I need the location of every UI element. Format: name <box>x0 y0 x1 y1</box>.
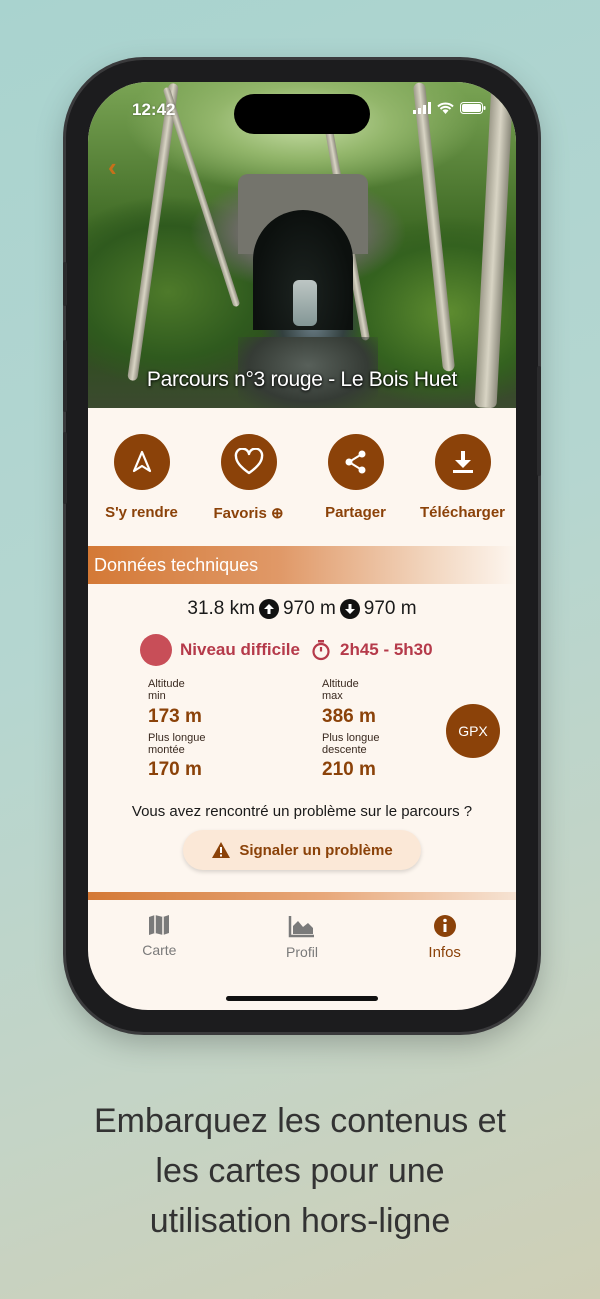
report-problem-label: Signaler un problème <box>239 841 393 859</box>
trail-title: Parcours n°3 rouge - Le Bois Huet <box>146 368 458 391</box>
longest-climb-label: Plus longue montée <box>148 732 206 756</box>
difficulty-duration-row: Niveau difficile 2h45 - 5h30 <box>140 634 433 666</box>
status-icons <box>413 102 486 114</box>
phone-power-button <box>537 366 541 476</box>
caption-line: Embarquez les contenus et <box>93 1102 507 1140</box>
trail-hero-image: 12:42 ‹ Parcours n°3 rouge - Le Bois Hue… <box>88 82 516 409</box>
back-chevron-icon[interactable]: ‹ <box>108 152 117 183</box>
tab-map[interactable]: Carte <box>88 900 231 1010</box>
caption-line: les cartes pour une <box>155 1152 445 1190</box>
tab-info-label: Infos <box>428 944 461 961</box>
section-title: Données techniques <box>94 554 259 575</box>
longest-descent-value: 210 m <box>322 759 376 780</box>
signal-icon <box>413 102 431 114</box>
altitude-max-label: Altitude max <box>322 678 359 702</box>
download-label: Télécharger <box>419 504 506 521</box>
tree-trunk <box>474 82 514 409</box>
map-icon <box>149 915 170 935</box>
waterfall <box>293 280 317 326</box>
chart-area-icon <box>288 916 314 938</box>
gpx-button[interactable]: GPX <box>446 704 500 758</box>
ascent-value: 970 m <box>282 598 336 619</box>
action-circle <box>113 434 170 490</box>
download-button[interactable]: Télécharger <box>409 434 516 522</box>
navigation-arrow-icon <box>132 450 151 473</box>
altitude-min-value: 173 m <box>148 706 202 727</box>
tab-map-label: Carte <box>142 942 177 958</box>
status-time: 12:42 <box>132 100 176 119</box>
share-icon <box>345 450 365 474</box>
report-problem-button[interactable]: Signaler un problème <box>183 830 421 870</box>
directions-button[interactable]: S'y rendre <box>88 434 195 522</box>
phone-volume-down <box>63 432 67 504</box>
warning-icon <box>212 842 231 858</box>
tree-trunk <box>127 82 179 382</box>
action-bar: S'y rendre Favoris ⊕ Partager Télécharge… <box>88 434 516 522</box>
difficulty-level: Niveau difficile <box>180 640 300 659</box>
tab-profile[interactable]: Profil <box>231 900 374 1010</box>
battery-icon <box>460 102 486 114</box>
distance-value: 31.8 km <box>187 598 255 619</box>
tab-profile-label: Profil <box>286 944 318 960</box>
action-circle <box>327 434 384 490</box>
tree-trunk <box>412 82 456 372</box>
tab-bar: Carte Profil Infos <box>88 900 516 1010</box>
tab-info[interactable]: Infos <box>373 900 516 1010</box>
phone-volume-up <box>63 340 67 412</box>
descent-arrow-icon <box>339 599 360 619</box>
duration-range: 2h45 - 5h30 <box>339 640 433 659</box>
share-button[interactable]: Partager <box>302 434 409 522</box>
longest-climb-value: 170 m <box>148 759 202 780</box>
dynamic-island <box>234 94 370 134</box>
technical-data-header: Données techniques <box>88 546 516 584</box>
difficulty-dot <box>140 634 172 666</box>
caption-line: utilisation hors-ligne <box>149 1202 451 1240</box>
favorites-button[interactable]: Favoris ⊕ <box>195 434 302 522</box>
info-icon <box>433 915 456 937</box>
descent-value: 970 m <box>363 598 417 619</box>
home-indicator[interactable] <box>226 996 378 1001</box>
phone-silent-switch <box>63 262 67 306</box>
promo-caption: Embarquez les contenus et les cartes pou… <box>0 1096 600 1246</box>
stopwatch-icon <box>312 640 330 661</box>
action-circle <box>220 434 277 490</box>
section-divider <box>88 892 516 900</box>
heart-icon <box>234 448 263 475</box>
longest-descent-label: Plus longue descente <box>322 732 380 756</box>
app-screen: 12:42 ‹ Parcours n°3 rouge - Le Bois Hue… <box>88 82 516 1010</box>
altitude-min-label: Altitude min <box>148 678 185 702</box>
altitude-max-value: 386 m <box>322 706 376 727</box>
ascent-arrow-icon <box>258 599 279 619</box>
download-icon <box>452 451 473 473</box>
distance-elevation-row: 31.8 km 970 m 970 m <box>88 598 516 620</box>
favorites-label: Favoris ⊕ <box>213 505 284 522</box>
action-circle <box>434 434 491 490</box>
directions-label: S'y rendre <box>105 504 178 521</box>
problem-question: Vous avez rencontré un problème sur le p… <box>131 803 473 820</box>
wifi-icon <box>437 102 454 114</box>
share-label: Partager <box>325 504 386 521</box>
